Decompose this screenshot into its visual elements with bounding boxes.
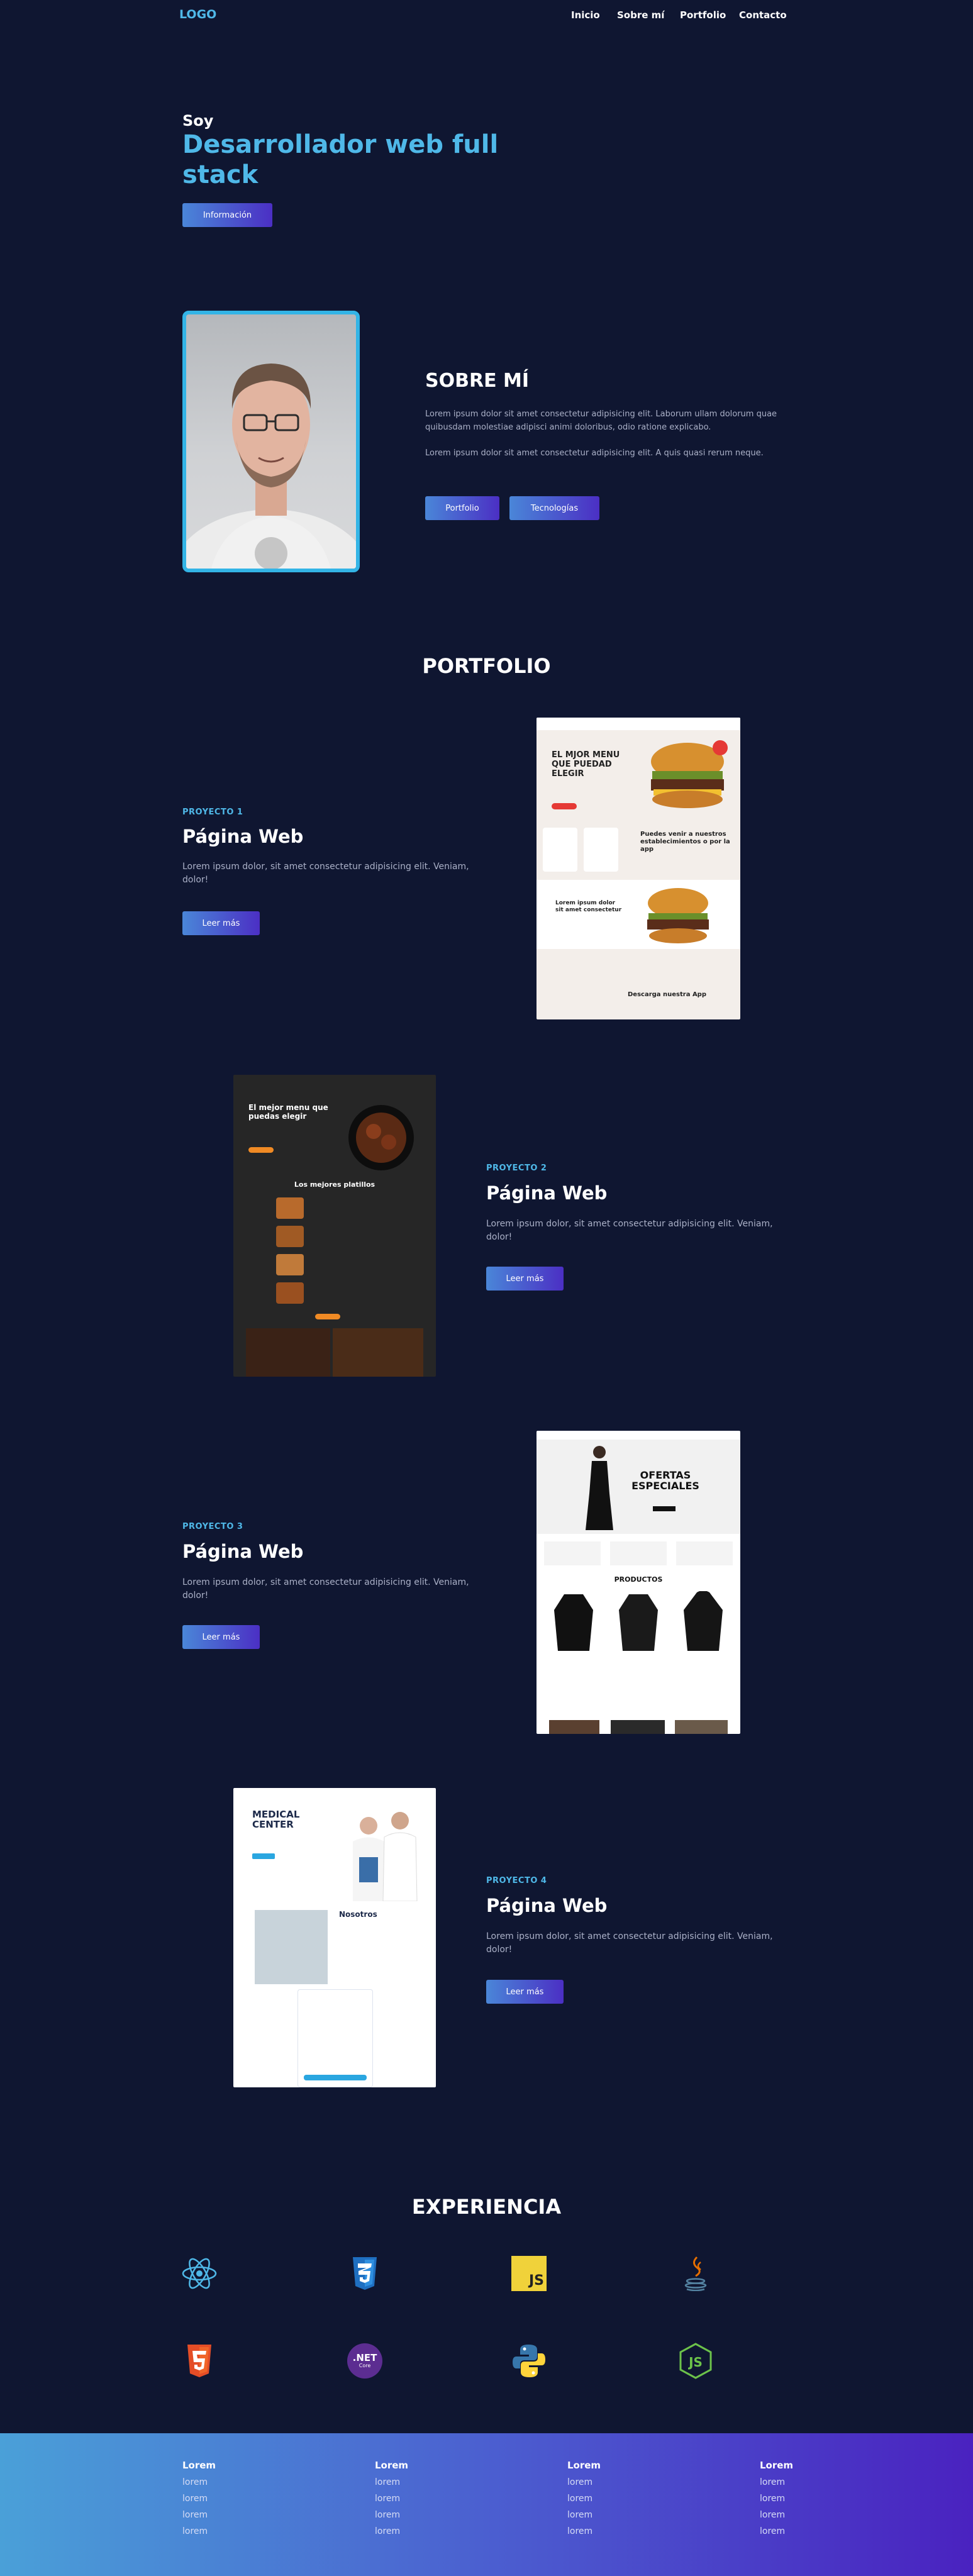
project-4-read-more-button[interactable]: Leer más — [486, 1980, 564, 2004]
footer-link[interactable]: lorem — [182, 2526, 216, 2536]
shot4-sub1: Nosotros — [339, 1910, 377, 1919]
footer-link[interactable]: lorem — [567, 2526, 601, 2536]
react-icon — [181, 2255, 218, 2292]
shot1-sub2: Lorem ipsum dolor sit amet consectetur — [555, 900, 622, 913]
footer-link[interactable]: lorem — [567, 2494, 601, 2504]
project-3-desc: Lorem ipsum dolor, sit amet consectetur … — [182, 1577, 469, 1601]
footer-column-title: Lorem — [375, 2460, 409, 2471]
project-1-desc: Lorem ipsum dolor, sit amet consectetur … — [182, 862, 469, 885]
project-1-screenshot[interactable]: EL MJOR MENU QUE PUEDAD ELEGIR Puedes ve… — [537, 718, 740, 1019]
project-2-read-more-button[interactable]: Leer más — [486, 1267, 564, 1291]
about-paragraph-2: Lorem ipsum dolor sit amet consectetur a… — [425, 448, 764, 458]
logo[interactable]: LOGO — [179, 8, 216, 21]
shot1-sub1: Puedes venir a nuestros establecimientos… — [640, 831, 730, 853]
shot2-heading: El mejor menu que puedas elegir — [248, 1103, 328, 1121]
footer-link[interactable]: lorem — [760, 2477, 793, 2487]
footer: Lorem lorem lorem lorem lorem Lorem lore… — [0, 2433, 973, 2576]
experience-title: EXPERIENCIA — [411, 2195, 562, 2219]
project-2-label: PROYECTO 2 — [486, 1163, 547, 1173]
shot4-heading: MEDICAL CENTER — [252, 1809, 300, 1830]
about-title: SOBRE MÍ — [425, 370, 530, 392]
css3-icon — [346, 2255, 384, 2292]
tecnologias-button[interactable]: Tecnologías — [509, 496, 599, 520]
java-icon — [677, 2255, 714, 2292]
html5-icon — [181, 2342, 218, 2380]
dotnet-sub: Core — [359, 2363, 371, 2368]
nav-link-contacto[interactable]: Contacto — [739, 9, 787, 21]
profile-photo — [182, 311, 360, 572]
hero-title: Desarrollador web full stack — [182, 130, 499, 189]
footer-link[interactable]: lorem — [760, 2494, 793, 2504]
project-3-screenshot[interactable]: OFERTAS ESPECIALES PRODUCTOS — [537, 1431, 740, 1734]
footer-column-3: Lorem lorem lorem lorem lorem — [567, 2460, 601, 2536]
footer-column-1: Lorem lorem lorem lorem lorem — [182, 2460, 216, 2536]
shot2-sub1: Los mejores platillos — [294, 1180, 375, 1189]
dotnet-text: .NET — [352, 2352, 377, 2363]
footer-link[interactable]: lorem — [567, 2510, 601, 2520]
footer-link[interactable]: lorem — [375, 2526, 408, 2536]
footer-link[interactable]: lorem — [182, 2477, 216, 2487]
footer-link[interactable]: lorem — [760, 2510, 793, 2520]
footer-column-4: Lorem lorem lorem lorem lorem — [760, 2460, 793, 2536]
portfolio-button[interactable]: Portfolio — [425, 496, 499, 520]
project-3-title: Página Web — [182, 1541, 304, 1562]
shot3-heading: OFERTAS ESPECIALES — [631, 1469, 699, 1492]
footer-link[interactable]: lorem — [182, 2510, 216, 2520]
shot1-sub3: Descarga nuestra App — [628, 991, 706, 998]
project-4-screenshot[interactable]: MEDICAL CENTER Nosotros — [233, 1788, 436, 2087]
footer-column-title: Lorem — [567, 2460, 601, 2471]
project-2-title: Página Web — [486, 1182, 608, 1204]
footer-link[interactable]: lorem — [375, 2510, 408, 2520]
js-text: JS — [511, 2256, 547, 2291]
dotnet-icon: .NET Core — [346, 2342, 384, 2380]
project-2-desc: Lorem ipsum dolor, sit amet consectetur … — [486, 1219, 773, 1242]
project-4-label: PROYECTO 4 — [486, 1876, 547, 1885]
nav-link-sobre-mi[interactable]: Sobre mí — [617, 9, 664, 21]
shot1-heading: EL MJOR MENU QUE PUEDAD ELEGIR — [552, 750, 620, 779]
footer-link[interactable]: lorem — [375, 2494, 408, 2504]
portfolio-title: PORTFOLIO — [422, 654, 551, 678]
nav-link-portfolio[interactable]: Portfolio — [680, 9, 726, 21]
info-button[interactable]: Información — [182, 203, 272, 227]
nodejs-icon: JS — [677, 2342, 714, 2380]
footer-column-title: Lorem — [760, 2460, 794, 2471]
footer-link[interactable]: lorem — [760, 2526, 793, 2536]
footer-column-title: Lorem — [182, 2460, 216, 2471]
project-4-title: Página Web — [486, 1895, 608, 1916]
about-paragraph-1: Lorem ipsum dolor sit amet consectetur a… — [425, 409, 777, 432]
project-1-title: Página Web — [182, 826, 304, 847]
nav-link-inicio[interactable]: Inicio — [571, 9, 600, 21]
footer-link[interactable]: lorem — [182, 2494, 216, 2504]
project-1-read-more-button[interactable]: Leer más — [182, 911, 260, 935]
svg-text:JS: JS — [687, 2355, 703, 2370]
footer-link[interactable]: lorem — [375, 2477, 408, 2487]
python-icon — [510, 2342, 548, 2380]
project-4-desc: Lorem ipsum dolor, sit amet consectetur … — [486, 1931, 773, 1955]
project-3-read-more-button[interactable]: Leer más — [182, 1625, 260, 1649]
hero-greeting: Soy — [182, 112, 214, 130]
project-3-label: PROYECTO 3 — [182, 1522, 243, 1531]
shot3-sub1: PRODUCTOS — [614, 1575, 663, 1584]
footer-column-2: Lorem lorem lorem lorem lorem — [375, 2460, 408, 2536]
project-1-label: PROYECTO 1 — [182, 808, 243, 817]
project-2-screenshot[interactable]: El mejor menu que puedas elegir Los mejo… — [233, 1075, 436, 1377]
footer-link[interactable]: lorem — [567, 2477, 601, 2487]
javascript-icon: JS — [510, 2255, 548, 2292]
